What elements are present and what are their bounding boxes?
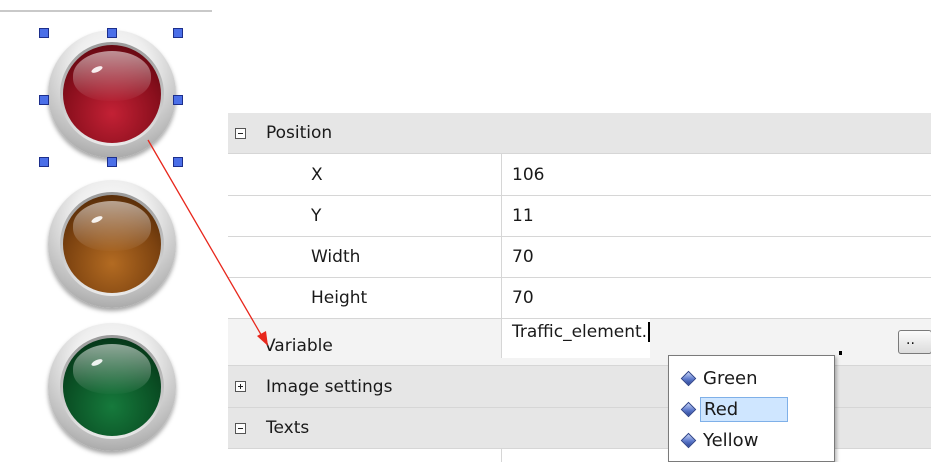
member-icon (680, 370, 697, 386)
property-label: Height (311, 288, 368, 308)
selection-handle-right[interactable] (173, 95, 183, 105)
autocomplete-item-green[interactable]: Green (680, 364, 761, 392)
property-row-width[interactable]: Width 70 (228, 237, 931, 278)
property-label: X (311, 164, 323, 185)
variable-input-text: Traffic_element. (512, 322, 648, 342)
property-row-height[interactable]: Height 70 (228, 278, 931, 319)
collapse-icon[interactable] (235, 423, 246, 434)
selection-handle-top-left[interactable] (39, 28, 49, 38)
red-light-element[interactable] (48, 30, 176, 158)
resize-grip (839, 351, 842, 355)
section-position[interactable]: Position (228, 113, 931, 154)
variable-input[interactable]: Traffic_element. (501, 319, 651, 358)
selection-handle-top-right[interactable] (173, 28, 183, 38)
autocomplete-item-red[interactable]: Red (680, 395, 788, 423)
yellow-lens (63, 195, 161, 293)
selection-handle-bottom-right[interactable] (173, 157, 183, 167)
section-label: Texts (266, 418, 310, 438)
property-value[interactable]: 11 (501, 196, 534, 236)
property-value (501, 449, 502, 462)
red-lens (63, 45, 161, 143)
autocomplete-item-label: Green (703, 367, 758, 389)
selection-handle-bottom-left[interactable] (39, 157, 49, 167)
text-caret (648, 322, 651, 342)
member-icon (680, 401, 697, 417)
selection-handle-left[interactable] (39, 95, 49, 105)
canvas-top-border (0, 10, 212, 12)
browse-variable-button[interactable]: .. (898, 330, 931, 354)
property-label: Y (311, 206, 322, 226)
property-row-x[interactable]: X 106 (228, 154, 931, 196)
yellow-light-element[interactable] (48, 180, 176, 308)
selection-handle-bottom[interactable] (107, 157, 117, 167)
autocomplete-list[interactable]: Green Red Yellow (668, 355, 835, 462)
green-lens (63, 338, 161, 436)
section-label: Position (266, 123, 333, 143)
property-value[interactable]: 106 (501, 154, 544, 195)
collapse-icon[interactable] (235, 128, 246, 139)
selection-handle-top[interactable] (107, 28, 117, 38)
autocomplete-item-label: Yellow (703, 429, 759, 451)
editor-stage: Position X 106 Y 11 Width 70 Height 70 V… (0, 0, 931, 462)
property-label: Variable (264, 336, 333, 356)
green-light-element[interactable] (48, 323, 176, 451)
property-value[interactable]: 70 (501, 237, 534, 277)
expand-icon[interactable] (235, 381, 246, 392)
property-value[interactable]: 70 (501, 278, 534, 318)
autocomplete-item-label: Red (700, 396, 788, 422)
autocomplete-item-yellow[interactable]: Yellow (680, 426, 761, 454)
section-label: Image settings (266, 376, 393, 397)
member-icon (680, 432, 697, 448)
property-row-y[interactable]: Y 11 (228, 196, 931, 237)
property-label: Width (311, 247, 361, 267)
